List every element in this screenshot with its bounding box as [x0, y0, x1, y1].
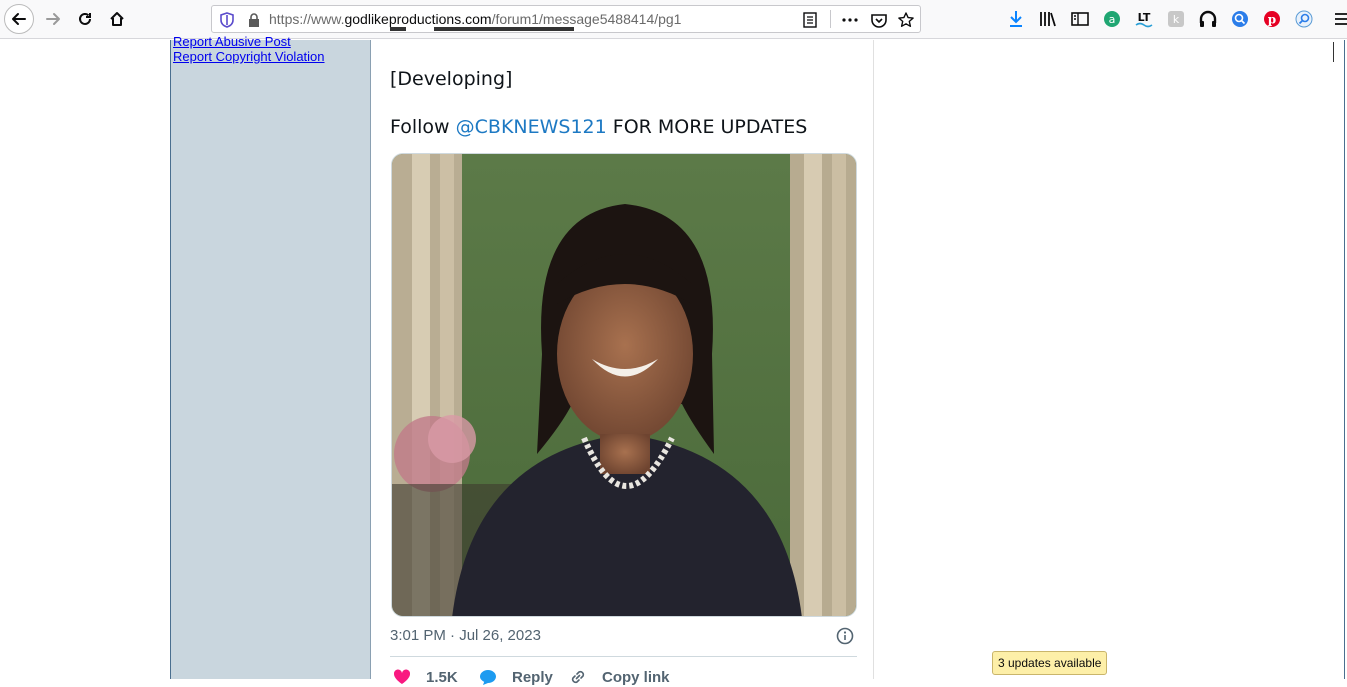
tweet-divider [390, 656, 857, 657]
svg-text:a: a [1109, 13, 1116, 26]
library-icon[interactable] [1038, 9, 1058, 29]
reply-label: Reply [512, 668, 553, 686]
tracking-shield-icon[interactable] [219, 12, 235, 28]
forward-button[interactable] [38, 4, 68, 34]
home-icon [110, 12, 124, 26]
svg-text:LT: LT [1138, 11, 1151, 24]
urlbar-divider [830, 10, 831, 28]
info-icon[interactable] [836, 627, 854, 645]
portrait-photo [392, 154, 856, 616]
url-prefix: https://www. [269, 11, 345, 27]
tweet-photo[interactable] [391, 153, 857, 617]
post-sidebar [171, 40, 371, 679]
pocket-icon[interactable] [871, 12, 887, 28]
lock-icon[interactable] [246, 12, 262, 28]
updates-available-badge[interactable]: 3 updates available [992, 651, 1108, 675]
tweet-text-clipped [390, 26, 580, 48]
sidebar-icon[interactable] [1070, 9, 1090, 29]
extension-lt-icon[interactable]: LT [1134, 9, 1154, 29]
extension-search-blue-icon[interactable] [1230, 9, 1250, 29]
follow-line: Follow @CBKNEWS121 FOR MORE UPDATES [390, 116, 807, 138]
svg-text:p: p [1268, 13, 1276, 27]
report-abusive-post-link[interactable]: Report Abusive Post [173, 34, 291, 49]
page-actions-icon[interactable] [842, 12, 858, 28]
copy-link-button[interactable]: Copy link [568, 667, 670, 687]
url-text[interactable]: https://www.godlikeproductions.com/forum… [269, 11, 681, 27]
heart-icon [392, 667, 412, 687]
arrow-right-icon [46, 13, 60, 25]
url-domain: godlikeproductions.com [344, 11, 492, 27]
home-button[interactable] [102, 4, 132, 34]
page-content: Report Abusive Post Report Copyright Vio… [0, 27, 1347, 686]
menu-icon[interactable] [1332, 9, 1347, 29]
url-path: /forum1/message5488414/pg1 [491, 11, 682, 27]
handle-link[interactable]: @CBKNEWS121 [456, 116, 607, 138]
pinterest-icon[interactable]: p [1262, 9, 1282, 29]
like-count: 1.5K [426, 668, 458, 686]
copy-link-label: Copy link [602, 668, 670, 686]
reply-bubble-icon [478, 667, 498, 687]
reload-icon [79, 12, 91, 25]
bookmark-star-icon[interactable] [898, 12, 914, 28]
back-button[interactable] [4, 4, 34, 34]
follow-suffix: FOR MORE UPDATES [606, 116, 808, 138]
developing-label: [Developing] [390, 68, 513, 90]
reader-view-icon[interactable] [802, 12, 818, 28]
reply-button[interactable]: Reply [478, 667, 553, 687]
extension-a-icon[interactable]: a [1102, 9, 1122, 29]
downloads-icon[interactable] [1006, 9, 1026, 29]
extension-headphones-icon[interactable] [1198, 9, 1218, 29]
like-button[interactable]: 1.5K [392, 667, 458, 687]
scroll-indicator [1333, 42, 1334, 62]
svg-text:k: k [1173, 13, 1180, 26]
follow-prefix: Follow [390, 116, 456, 138]
arrow-left-icon [12, 13, 26, 25]
extension-k-icon[interactable]: k [1166, 9, 1186, 29]
reload-button[interactable] [70, 4, 100, 34]
link-chain-icon [568, 667, 588, 687]
report-copyright-link[interactable]: Report Copyright Violation [173, 49, 325, 64]
extension-lens-icon[interactable] [1294, 9, 1314, 29]
tweet-timestamp[interactable]: 3:01 PM · Jul 26, 2023 [390, 627, 541, 644]
